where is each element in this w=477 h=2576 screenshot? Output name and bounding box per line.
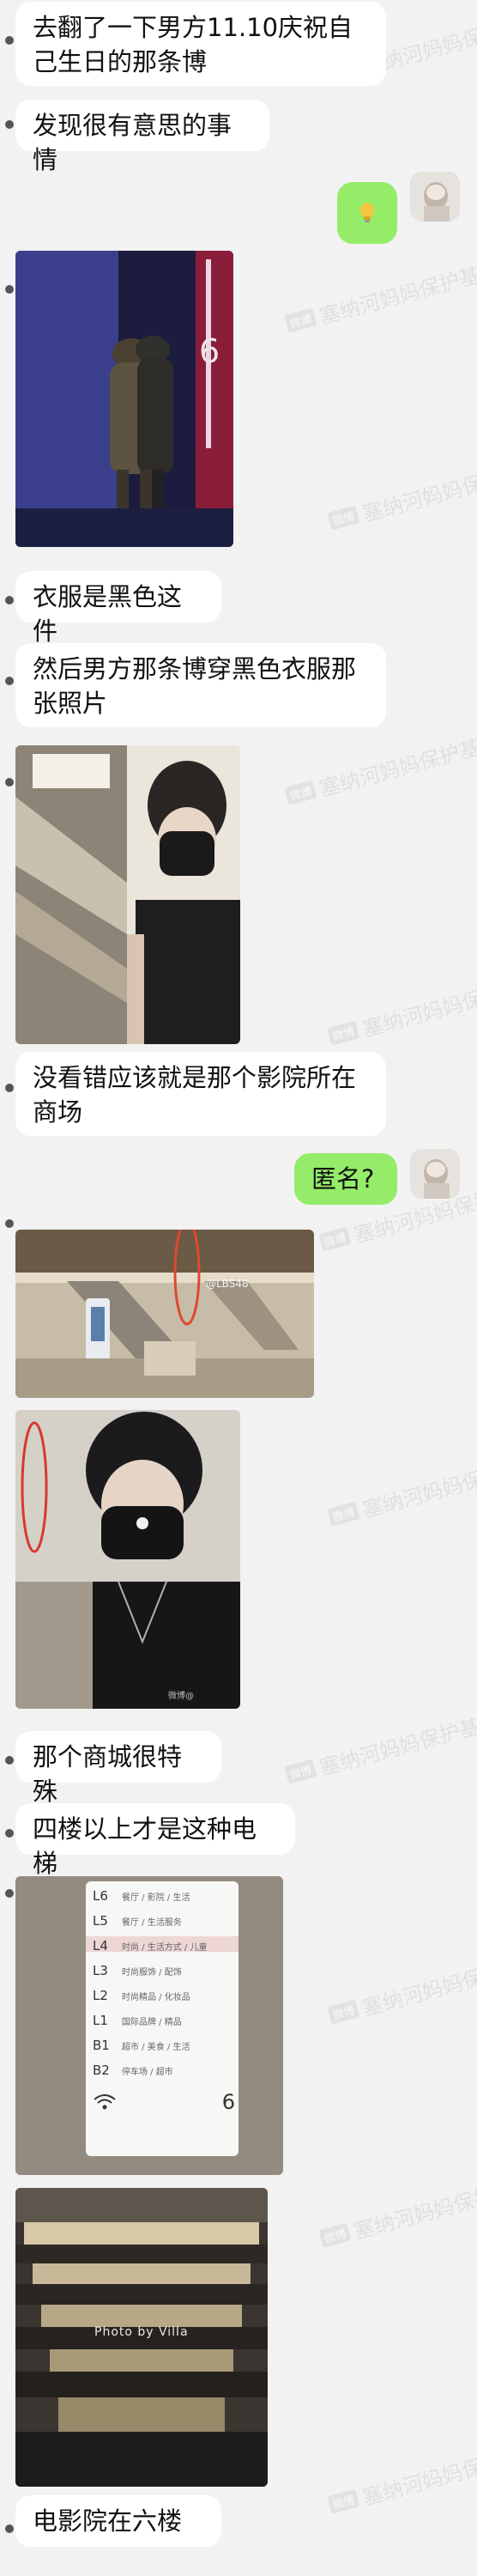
floor-label: B1	[93, 2038, 110, 2053]
floor-label: L6	[93, 1888, 108, 1904]
message-bubble-self[interactable]	[337, 182, 397, 244]
photo-message[interactable]: 6	[15, 251, 233, 547]
watermark: 微博塞纳河妈妈保护基	[317, 2173, 477, 2254]
photo-image: 6	[15, 251, 233, 547]
photo-message[interactable]: @LBS48	[15, 1230, 314, 1398]
photo-image	[15, 1230, 314, 1398]
photo-message[interactable]: 微博@	[15, 1410, 240, 1709]
floor-label: L1	[93, 2013, 108, 2028]
photo-image	[15, 745, 240, 1044]
sender-dot	[5, 120, 14, 129]
message-text: 衣服是黑色这件	[33, 582, 183, 646]
floor-description: 停车场 / 超市	[122, 2067, 173, 2077]
message-bubble[interactable]: 发现很有意思的事情	[15, 100, 269, 174]
floor-number: 6	[221, 2090, 235, 2114]
message-bubble[interactable]: 没看错应该就是那个影院所在 商场	[15, 1052, 386, 1136]
message-bubble[interactable]: 去翻了一下男方11.10庆祝自 己生日的那条博	[15, 2, 386, 86]
message-bubble[interactable]: 电影院在六楼	[15, 2495, 221, 2547]
message-text: 电影院在六楼	[33, 2506, 183, 2536]
sender-dot	[5, 596, 14, 605]
watermark: 微博塞纳河妈妈保护基	[282, 258, 477, 339]
watermark: 微博塞纳河妈妈保护基	[282, 731, 477, 811]
message-text: 去翻了一下男方11.10庆祝自	[33, 13, 353, 42]
photo-image	[15, 1410, 240, 1709]
message-bubble[interactable]: 然后男方那条博穿黑色衣服那 张照片	[15, 643, 386, 727]
message-text: 己生日的那条博	[33, 47, 208, 76]
watermark: 微博塞纳河妈妈保护基	[282, 1710, 477, 1790]
watermark: 微博塞纳河妈妈保护基	[325, 1452, 477, 1533]
floor-description: 餐厅 / 影院 / 生活	[122, 1893, 190, 1903]
photo-message[interactable]: L6 餐厅 / 影院 / 生活 L5 餐厅 / 生活服务 L4 时尚 / 生活方式 /…	[15, 1876, 283, 2175]
sender-dot	[5, 285, 14, 294]
sender-dot	[5, 1756, 14, 1765]
sender-dot	[5, 1084, 14, 1092]
watermark: 微博塞纳河妈妈保护基	[325, 1950, 477, 2031]
floor-description: 时尚 / 生活方式 / 儿童	[122, 1942, 208, 1953]
floor-description: 超市 / 美食 / 生活	[122, 2042, 190, 2052]
floor-description: 时尚服饰 / 配饰	[122, 1967, 182, 1978]
floor-label: L2	[93, 1988, 108, 2003]
message-text: 商场	[33, 1097, 83, 1127]
avatar-image	[410, 172, 460, 222]
message-bubble-self[interactable]: 匿名?	[294, 1153, 397, 1205]
message-bubble[interactable]: 衣服是黑色这件	[15, 571, 221, 646]
message-text: 四楼以上才是这种电梯	[33, 1814, 257, 1878]
photo-watermark-label: 微博@	[168, 1692, 194, 1701]
floor-description: 国际品牌 / 精品	[122, 2017, 182, 2027]
sender-dot	[5, 677, 14, 685]
message-text: 没看错应该就是那个影院所在	[33, 1063, 357, 1092]
floor-directory: L6 餐厅 / 影院 / 生活 L5 餐厅 / 生活服务 L4 时尚 / 生活方式 /…	[93, 1888, 235, 2114]
message-text: 张照片	[33, 689, 108, 718]
sender-dot	[5, 36, 14, 45]
floor-label: L4	[93, 1938, 108, 1953]
lightbulb-icon	[360, 203, 374, 222]
floor-description: 餐厅 / 生活服务	[122, 1917, 182, 1928]
photo-watermark-label: Photo by Villa	[94, 2325, 189, 2339]
floor-description: 时尚精品 / 化妆品	[122, 1992, 190, 2002]
watermark: 微博塞纳河妈妈保护基	[325, 2439, 477, 2520]
message-text: 发现很有意思的事情	[33, 111, 232, 174]
avatar-image	[410, 1149, 460, 1199]
avatar[interactable]	[410, 1149, 460, 1199]
sender-dot	[5, 1889, 14, 1898]
sender-dot	[5, 1829, 14, 1838]
message-bubble[interactable]: 那个商城很特殊	[15, 1731, 221, 1806]
photo-watermark-label: @LBS48	[206, 1278, 249, 1290]
sender-dot	[5, 778, 14, 787]
watermark: 微博塞纳河妈妈保护基	[325, 971, 477, 1052]
sender-dot	[5, 2524, 14, 2533]
sender-dot	[5, 1219, 14, 1228]
message-text: 然后男方那条博穿黑色衣服那	[33, 654, 357, 683]
message-text: 那个商城很特殊	[33, 1742, 183, 1806]
message-bubble[interactable]: 四楼以上才是这种电梯	[15, 1803, 295, 1878]
floor-label: L3	[93, 1963, 108, 1978]
wifi-icon	[94, 2094, 116, 2110]
floor-label: B2	[93, 2063, 110, 2078]
photo-message[interactable]	[15, 745, 240, 1044]
svg-text:6: 6	[199, 332, 220, 370]
avatar[interactable]	[410, 172, 460, 222]
watermark: 微博塞纳河妈妈保护基	[325, 456, 477, 537]
message-text: 匿名?	[311, 1164, 375, 1194]
photo-message[interactable]: Photo by Villa	[15, 2188, 268, 2487]
floor-label: L5	[93, 1913, 108, 1929]
